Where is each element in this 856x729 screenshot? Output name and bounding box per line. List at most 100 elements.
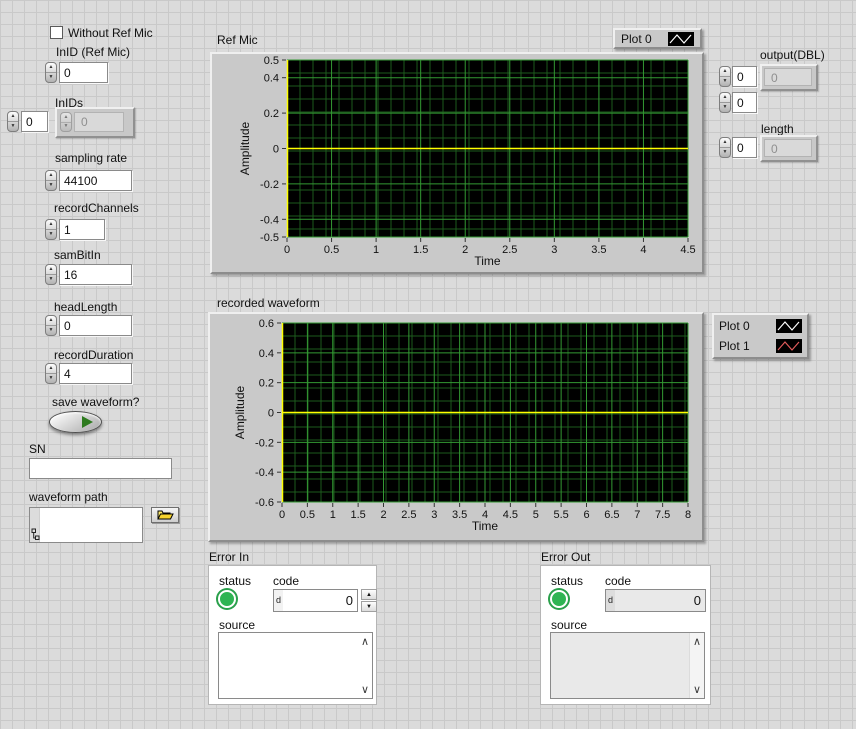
svg-text:0.6: 0.6 xyxy=(259,318,274,330)
error-out-code-value: 0 xyxy=(694,593,701,608)
without-ref-mic-label: Without Ref Mic xyxy=(68,26,153,40)
record-channels-label: recordChannels xyxy=(54,201,139,215)
error-in-code-label: code xyxy=(273,574,299,588)
svg-text:6: 6 xyxy=(583,509,589,521)
recorded-waveform-graph-panel: 00.511.522.533.544.555.566.577.580.60.40… xyxy=(208,312,704,542)
error-in-status-led[interactable] xyxy=(218,590,236,608)
green-arrow-icon xyxy=(82,416,93,428)
svg-text:0: 0 xyxy=(279,509,285,521)
labview-front-panel: { "controls": { "without_ref_mic": {"lab… xyxy=(0,0,856,729)
svg-text:0: 0 xyxy=(268,408,274,420)
svg-text:0.5: 0.5 xyxy=(264,55,279,67)
head-length-field[interactable]: 0 xyxy=(59,315,132,336)
inids-element-field[interactable]: 0 xyxy=(74,112,124,132)
record-channels-field[interactable]: 1 xyxy=(59,219,105,240)
svg-text:-0.5: -0.5 xyxy=(260,232,279,244)
save-waveform-label: save waveform? xyxy=(52,395,139,409)
inids-element-increment-decrement[interactable]: ▲▼ xyxy=(60,112,72,132)
ref-mic-graph[interactable]: 00.511.522.533.544.50.50.40.20-0.2-0.4-0… xyxy=(212,54,702,272)
error-out-cluster: status code d 0 source ∧ ∨ xyxy=(540,565,711,705)
sn-label: SN xyxy=(29,442,46,456)
inids-array-shell: ▲▼ 0 xyxy=(55,107,135,138)
svg-text:7: 7 xyxy=(634,509,640,521)
legend-item[interactable]: Plot 0 xyxy=(714,316,807,336)
svg-text:0: 0 xyxy=(284,244,290,256)
sn-input[interactable] xyxy=(29,458,172,479)
error-in-code-spinner[interactable]: ▲ ▼ xyxy=(361,589,377,612)
up-arrow-button[interactable]: ▲ xyxy=(361,589,377,600)
svg-text:2.5: 2.5 xyxy=(401,509,416,521)
recorded-waveform-graph-legend[interactable]: Plot 0 Plot 1 xyxy=(712,313,809,359)
inid-increment-decrement[interactable]: ▲▼ xyxy=(45,62,57,83)
error-in-status-label: status xyxy=(219,574,251,588)
svg-text:4.5: 4.5 xyxy=(680,244,695,256)
waveform-path-input[interactable] xyxy=(29,507,143,543)
sam-bit-in-field[interactable]: 16 xyxy=(59,264,132,285)
legend-item[interactable]: Plot 1 xyxy=(714,336,807,356)
recorded-waveform-graph[interactable]: 00.511.522.533.544.555.566.577.580.60.40… xyxy=(210,314,702,540)
sampling-rate-increment-decrement[interactable]: ▲▼ xyxy=(45,170,57,191)
record-channels-increment-decrement[interactable]: ▲▼ xyxy=(45,219,57,240)
svg-text:Time: Time xyxy=(474,254,501,268)
error-out-status-label: status xyxy=(551,574,583,588)
svg-text:-0.6: -0.6 xyxy=(255,497,274,509)
down-arrow-button[interactable]: ▼ xyxy=(361,601,377,612)
output-dbl-index-row-increment-decrement[interactable]: ▲▼ xyxy=(719,66,731,87)
error-in-title: Error In xyxy=(209,550,249,564)
svg-text:3.5: 3.5 xyxy=(452,509,467,521)
error-in-source-field[interactable]: ∧ ∨ xyxy=(218,632,373,699)
svg-text:-0.4: -0.4 xyxy=(260,214,279,226)
length-index-increment-decrement[interactable]: ▲▼ xyxy=(719,137,731,158)
svg-text:0.5: 0.5 xyxy=(300,509,315,521)
length-element-indicator: 0 xyxy=(764,139,812,157)
length-index-field[interactable]: 0 xyxy=(732,137,757,158)
recorded-waveform-graph-title: recorded waveform xyxy=(217,296,320,310)
output-dbl-label: output(DBL) xyxy=(760,48,825,62)
plot-sample-icon xyxy=(668,32,694,46)
svg-text:5.5: 5.5 xyxy=(553,509,568,521)
open-folder-icon xyxy=(157,509,174,521)
svg-text:7.5: 7.5 xyxy=(655,509,670,521)
record-duration-field[interactable]: 4 xyxy=(59,363,132,384)
record-duration-increment-decrement[interactable]: ▲▼ xyxy=(45,363,57,384)
error-out-source-indicator: ∧ ∨ xyxy=(550,632,705,699)
svg-text:2: 2 xyxy=(380,509,386,521)
head-length-increment-decrement[interactable]: ▲▼ xyxy=(45,315,57,336)
inid-label: InID (Ref Mic) xyxy=(56,45,130,59)
svg-text:0.5: 0.5 xyxy=(324,244,339,256)
error-in-code-field[interactable]: d 0 xyxy=(273,589,358,612)
plot-name: Plot 1 xyxy=(719,339,768,353)
output-dbl-index-row-field[interactable]: 0 xyxy=(732,66,757,87)
output-dbl-element-indicator: 0 xyxy=(764,68,812,86)
ref-mic-graph-legend[interactable]: Plot 0 xyxy=(613,28,702,49)
inid-field[interactable]: 0 xyxy=(59,62,108,83)
svg-text:4.5: 4.5 xyxy=(503,509,518,521)
plot-sample-icon xyxy=(776,339,802,353)
path-type-icon xyxy=(31,528,40,541)
plot-sample-icon xyxy=(776,319,802,333)
scroll-up-icon[interactable]: ∧ xyxy=(693,635,701,648)
plot-name: Plot 0 xyxy=(719,319,768,333)
ref-mic-graph-title: Ref Mic xyxy=(217,33,258,47)
svg-text:Time: Time xyxy=(472,519,499,533)
sampling-rate-field[interactable]: 44100 xyxy=(59,170,132,191)
error-in-source-label: source xyxy=(219,618,255,632)
svg-text:Amplitude: Amplitude xyxy=(238,122,252,176)
output-dbl-index-col-increment-decrement[interactable]: ▲▼ xyxy=(719,92,731,113)
scroll-down-icon[interactable]: ∨ xyxy=(693,683,701,696)
length-array-shell: 0 xyxy=(760,135,818,162)
plot-name: Plot 0 xyxy=(621,32,658,46)
ref-mic-graph-panel: 00.511.522.533.544.50.50.40.20-0.2-0.4-0… xyxy=(210,52,704,274)
save-waveform-toggle-button[interactable] xyxy=(49,411,102,433)
output-dbl-index-col-field[interactable]: 0 xyxy=(732,92,757,113)
without-ref-mic-checkbox[interactable] xyxy=(50,26,63,39)
scroll-up-icon[interactable]: ∧ xyxy=(361,635,369,648)
radix-indicator[interactable]: d xyxy=(274,590,283,611)
svg-text:8: 8 xyxy=(685,509,691,521)
legend-item[interactable]: Plot 0 xyxy=(615,30,700,47)
browse-path-button[interactable] xyxy=(151,507,179,523)
sam-bit-in-increment-decrement[interactable]: ▲▼ xyxy=(45,264,57,285)
scroll-down-icon[interactable]: ∨ xyxy=(361,683,369,696)
inids-index-field[interactable]: 0 xyxy=(21,111,48,132)
inids-index-increment-decrement[interactable]: ▲▼ xyxy=(7,111,19,132)
